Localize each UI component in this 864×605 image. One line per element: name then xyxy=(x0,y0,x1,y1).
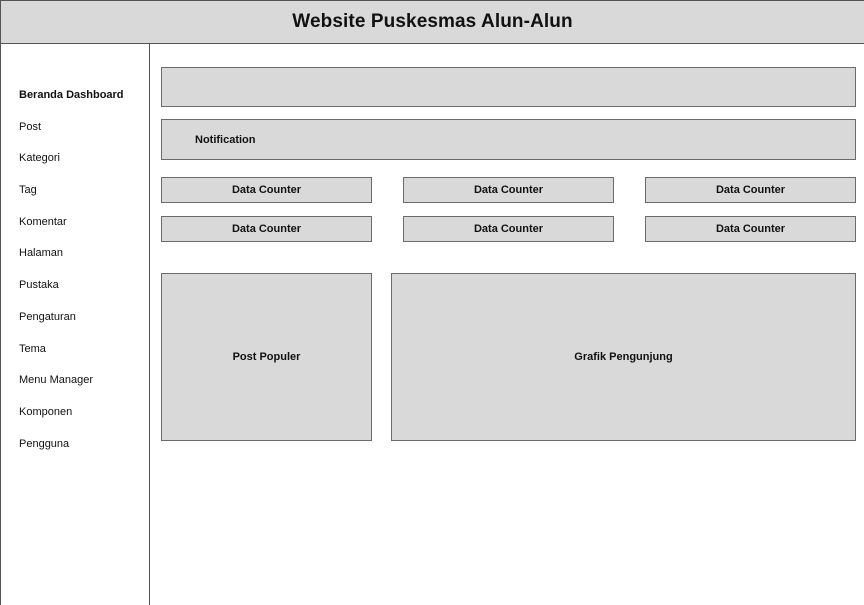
data-counter-label: Data Counter xyxy=(473,184,544,196)
sidebar-item-beranda-dashboard[interactable]: Beranda Dashboard xyxy=(1,88,149,120)
sidebar-item-pengguna[interactable]: Pengguna xyxy=(1,437,149,469)
site-header: Website Puskesmas Alun-Alun xyxy=(0,0,864,44)
notification-label: Notification xyxy=(195,133,256,146)
sidebar-item-kategori[interactable]: Kategori xyxy=(1,151,149,183)
sidebar-item-komponen[interactable]: Komponen xyxy=(1,405,149,437)
data-counter-card[interactable]: Data Counter xyxy=(161,216,372,242)
grafik-pengunjung-label: Grafik Pengunjung xyxy=(574,351,673,363)
grafik-pengunjung-panel[interactable]: Grafik Pengunjung xyxy=(391,273,856,441)
sidebar-item-tag[interactable]: Tag xyxy=(1,183,149,215)
page-frame: Website Puskesmas Alun-Alun Beranda Dash… xyxy=(0,0,864,605)
post-populer-panel[interactable]: Post Populer xyxy=(161,273,372,441)
data-counter-card[interactable]: Data Counter xyxy=(161,177,372,203)
data-counter-label: Data Counter xyxy=(715,223,786,235)
notification-panel[interactable]: Notification xyxy=(161,119,856,160)
sidebar-menu: Beranda Dashboard Post Kategori Tag Kome… xyxy=(1,44,149,468)
data-counter-card[interactable]: Data Counter xyxy=(645,177,856,203)
sidebar-item-komentar[interactable]: Komentar xyxy=(1,215,149,247)
data-counter-label: Data Counter xyxy=(231,223,302,235)
post-populer-label: Post Populer xyxy=(232,351,301,363)
sidebar-item-halaman[interactable]: Halaman xyxy=(1,246,149,278)
data-counter-card[interactable]: Data Counter xyxy=(403,216,614,242)
data-counter-label: Data Counter xyxy=(715,184,786,196)
banner-panel xyxy=(161,67,856,107)
data-counter-card[interactable]: Data Counter xyxy=(403,177,614,203)
sidebar-item-pengaturan[interactable]: Pengaturan xyxy=(1,310,149,342)
sidebar-item-tema[interactable]: Tema xyxy=(1,342,149,374)
sidebar: Beranda Dashboard Post Kategori Tag Kome… xyxy=(0,44,150,605)
sidebar-item-post[interactable]: Post xyxy=(1,120,149,152)
sidebar-item-menu-manager[interactable]: Menu Manager xyxy=(1,373,149,405)
site-title: Website Puskesmas Alun-Alun xyxy=(292,11,573,32)
data-counter-label: Data Counter xyxy=(473,223,544,235)
data-counter-label: Data Counter xyxy=(231,184,302,196)
sidebar-item-pustaka[interactable]: Pustaka xyxy=(1,278,149,310)
data-counter-card[interactable]: Data Counter xyxy=(645,216,856,242)
